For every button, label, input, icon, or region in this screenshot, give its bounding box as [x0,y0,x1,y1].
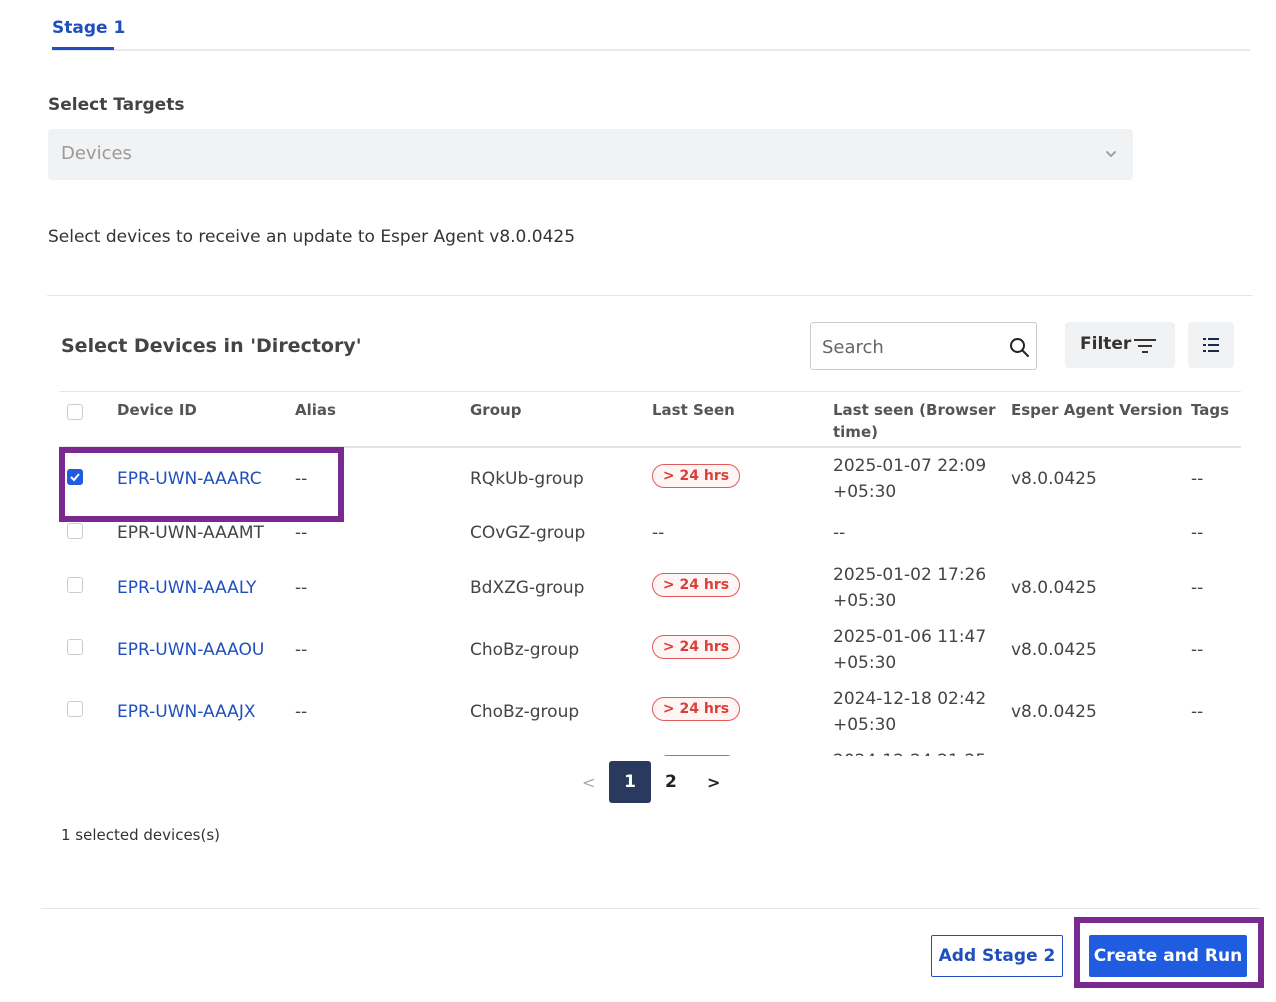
row-checkbox[interactable] [67,639,83,655]
device-section-title: Select Devices in 'Directory' [61,335,362,357]
highlight-selected-row [59,447,344,522]
last-seen-browser-date: 2025-01-07 22:09 [833,456,987,476]
tags-cell: -- [1191,702,1204,722]
search-box[interactable] [810,322,1037,370]
last-seen-badge: > 24 hrs [652,635,740,659]
group-cell: ChoBz-group [470,702,580,722]
last-seen-browser-date: 2024-12-18 02:42 [833,689,987,709]
chevron-down-icon [1106,151,1116,158]
agent-version-cell: v8.0.0425 [1011,640,1097,660]
column-header-last-seen-browser-line2: time) [833,423,878,441]
device-id-text: EPR-UWN-AAAMT [117,523,264,543]
filter-button[interactable]: Filter [1065,322,1175,368]
last-seen-cell: -- [652,523,665,543]
alias-cell: -- [295,578,308,598]
column-settings-button[interactable] [1188,322,1234,368]
last-seen-browser-cell: -- [833,523,846,543]
table-header-top-border [59,391,1241,392]
last-seen-browser-cell: 2025-01-06 11:47 +05:30 [833,624,986,676]
search-input[interactable] [820,332,1004,362]
tab-divider [52,49,1250,51]
tags-cell: -- [1191,523,1204,543]
select-all-checkbox[interactable] [67,404,83,420]
agent-version-cell: v8.0.0425 [1011,469,1097,489]
tab-active-indicator [52,47,114,50]
pagination-page-1[interactable]: 1 [609,761,651,803]
tags-cell: -- [1191,578,1204,598]
pagination-next[interactable]: > [707,773,720,792]
alias-cell: -- [295,640,308,660]
tags-cell: -- [1191,469,1204,489]
search-icon[interactable] [1008,336,1030,358]
device-id-link[interactable]: EPR-UWN-AAALY [117,578,256,598]
last-seen-browser-tz: +05:30 [833,715,897,735]
select-targets-label: Select Targets [48,95,185,115]
last-seen-browser-cell: 2024-12-18 02:42 +05:30 [833,686,986,738]
device-id-link[interactable]: EPR-UWN-AAAJX [117,702,255,722]
last-seen-browser-tz: +05:30 [833,482,897,502]
column-header-tags[interactable]: Tags [1191,399,1229,421]
row-checkbox[interactable] [67,523,83,539]
agent-version-cell: v8.0.0425 [1011,578,1097,598]
last-seen-browser-cell: 2025-01-07 22:09 +05:30 [833,453,986,505]
tab-stage-1[interactable]: Stage 1 [52,18,125,38]
last-seen-browser-cell: 2025-01-02 17:26 +05:30 [833,562,986,614]
group-cell: ChoBz-group [470,640,580,660]
last-seen-browser-cell: 2024-12-24 21:25 [833,748,986,756]
list-icon [1203,338,1219,352]
targets-select[interactable]: Devices [48,129,1133,180]
last-seen-badge: > 24 hrs [652,573,740,597]
group-cell: RQkUb-group [470,469,584,489]
last-seen-badge: > 24 hrs [652,697,740,721]
filter-icon [1134,339,1156,353]
agent-version-cell: v8.0.0425 [1011,702,1097,722]
selection-summary: 1 selected devices(s) [61,826,221,844]
column-header-device-id[interactable]: Device ID [117,399,197,421]
last-seen-browser-tz: +05:30 [833,653,897,673]
pagination-prev[interactable]: < [582,773,595,792]
row-checkbox[interactable] [67,701,83,717]
tags-cell: -- [1191,640,1204,660]
targets-select-value: Devices [61,143,132,164]
group-cell: BdXZG-group [470,578,585,598]
column-header-alias[interactable]: Alias [295,399,336,421]
alias-cell: -- [295,702,308,722]
section-divider [47,295,1253,296]
alias-cell: -- [295,523,308,543]
column-header-agent-version[interactable]: Esper Agent Version [1011,399,1183,421]
row-checkbox[interactable] [67,577,83,593]
add-stage-button[interactable]: Add Stage 2 [931,935,1063,977]
last-seen-badge: > 24 hrs [652,464,740,488]
column-header-last-seen[interactable]: Last Seen [652,399,735,421]
column-header-last-seen-browser[interactable]: Last seen (Browser time) [833,399,996,443]
column-header-group[interactable]: Group [470,399,521,421]
highlight-create-run [1074,917,1264,988]
filter-label: Filter [1080,334,1132,354]
helper-text: Select devices to receive an update to E… [48,227,576,247]
footer-divider [41,908,1259,909]
last-seen-browser-date: 2025-01-06 11:47 [833,627,987,647]
group-cell: COvGZ-group [470,523,586,543]
last-seen-badge [660,755,734,756]
last-seen-browser-date: 2024-12-24 21:25 [833,748,986,756]
pagination-page-2[interactable]: 2 [665,772,677,792]
last-seen-browser-tz: +05:30 [833,591,897,611]
last-seen-browser-date: 2025-01-02 17:26 [833,565,987,585]
device-id-link[interactable]: EPR-UWN-AAAOU [117,640,264,660]
column-header-last-seen-browser-line1: Last seen (Browser [833,401,996,419]
